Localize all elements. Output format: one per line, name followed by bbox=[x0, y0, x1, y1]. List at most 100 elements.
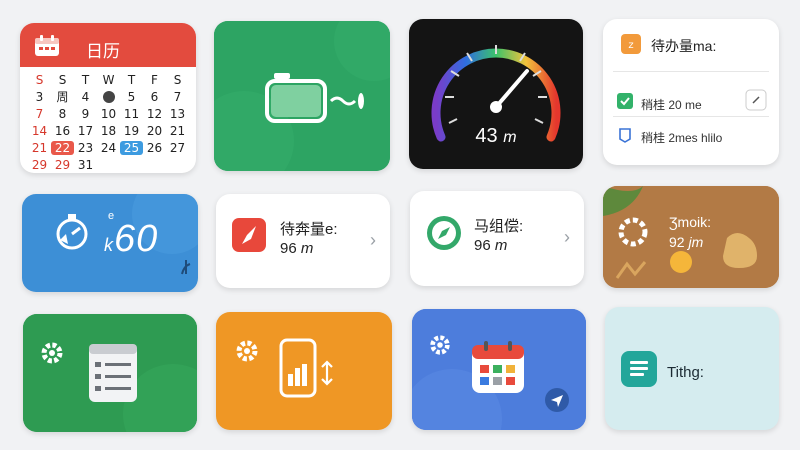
calendar-day[interactable]: 31 bbox=[74, 158, 97, 172]
task-list-title: 待办量ma: bbox=[651, 38, 717, 54]
battery-widget[interactable] bbox=[214, 21, 390, 171]
calendar-day[interactable]: 3 bbox=[28, 90, 51, 104]
checklist-icon bbox=[87, 340, 139, 404]
weekday-label: T bbox=[127, 72, 136, 87]
calendar-day[interactable]: 21 bbox=[166, 124, 189, 138]
calendar-day[interactable]: 9 bbox=[74, 107, 97, 121]
timer-display: k60 bbox=[104, 218, 158, 261]
resize-arrows-icon[interactable] bbox=[320, 360, 334, 386]
speed-unit: m bbox=[503, 129, 517, 146]
compass-number: 96 bbox=[474, 237, 491, 254]
calendar-day[interactable]: 24 bbox=[97, 141, 120, 155]
send-icon[interactable] bbox=[544, 387, 570, 413]
calendar-day[interactable]: 18 bbox=[97, 124, 120, 138]
svg-text:z: z bbox=[628, 40, 633, 51]
calendar-day-marker[interactable] bbox=[97, 89, 120, 104]
weather-value: 92 jm bbox=[669, 234, 703, 250]
calendar-week-row: 14 16 17 18 19 20 21 bbox=[28, 122, 190, 139]
weekday-label: F bbox=[151, 72, 158, 87]
compass-unit: m bbox=[494, 237, 508, 254]
calendar-day[interactable]: 25 bbox=[120, 140, 143, 155]
edit-icon[interactable] bbox=[745, 89, 767, 111]
docs-label: Tithg: bbox=[667, 364, 704, 381]
checkbox-checked-icon[interactable] bbox=[617, 93, 633, 109]
speed-readout: 43 m bbox=[409, 125, 583, 148]
notes-widget[interactable] bbox=[23, 314, 197, 432]
weekday-label: S bbox=[173, 72, 182, 87]
weather-unit: jm bbox=[688, 234, 704, 250]
weekday-label: S bbox=[35, 72, 44, 87]
timer-prefix: k bbox=[104, 235, 114, 255]
weekday-label: T bbox=[81, 72, 90, 87]
task-item[interactable]: 稍桂 20 me bbox=[641, 96, 702, 113]
task-list-widget[interactable]: z 待办量ma: 稍桂 20 me 稍桂 2mes hlilo bbox=[603, 19, 779, 165]
gear-icon[interactable] bbox=[428, 333, 452, 357]
timer-widget[interactable]: e k60 bbox=[22, 194, 198, 292]
weekday-label: S bbox=[58, 72, 67, 87]
compass-needle-icon bbox=[232, 218, 266, 252]
calendar-day[interactable]: 19 bbox=[120, 124, 143, 138]
calendar-day[interactable]: 7 bbox=[166, 90, 189, 104]
calendar-app-icon bbox=[470, 339, 526, 395]
weather-widget[interactable]: Ʒmoik: 92 jm bbox=[603, 186, 779, 288]
calendar-day[interactable]: 26 bbox=[143, 141, 166, 155]
phone-icon bbox=[278, 338, 318, 398]
weather-title: Ʒmoik: bbox=[669, 214, 711, 230]
calendar-title: 日历 bbox=[86, 42, 120, 61]
speedometer-widget[interactable]: 43 m bbox=[409, 19, 583, 169]
task-item[interactable]: 稍桂 2mes hlilo bbox=[641, 129, 722, 146]
calendar-day[interactable]: 16 bbox=[51, 124, 74, 138]
calendar-day[interactable]: 周 bbox=[51, 88, 74, 105]
task-app-icon: z bbox=[621, 34, 641, 54]
calendar-day[interactable]: 5 bbox=[120, 90, 143, 104]
calendar-day[interactable]: 20 bbox=[143, 124, 166, 138]
weather-number: 92 bbox=[669, 234, 685, 250]
device-widget[interactable] bbox=[216, 312, 392, 430]
selected-day-dot bbox=[102, 90, 115, 103]
activity-widget[interactable]: 待奔量e: 96 m › bbox=[216, 194, 390, 288]
planner-widget[interactable] bbox=[412, 309, 586, 430]
calendar-day[interactable]: 11 bbox=[120, 107, 143, 121]
calendar-day[interactable]: 7 bbox=[28, 107, 51, 121]
calendar-week-row: 7 8 9 10 11 12 13 bbox=[28, 105, 190, 122]
chevron-right-icon[interactable]: › bbox=[370, 230, 376, 251]
calendar-week-row: 21 22 23 24 25 26 27 bbox=[28, 139, 190, 156]
calendar-day[interactable]: 6 bbox=[143, 90, 166, 104]
calendar-day[interactable]: 14 bbox=[28, 124, 51, 138]
compass-widget[interactable]: 马组偿: 96 m › bbox=[410, 191, 584, 286]
calendar-day[interactable]: 23 bbox=[74, 141, 97, 155]
docs-widget[interactable]: Tithg: bbox=[605, 307, 779, 430]
divider bbox=[613, 116, 769, 117]
calendar-day[interactable]: 12 bbox=[143, 107, 166, 121]
document-icon bbox=[621, 351, 657, 387]
calendar-header: 日历 bbox=[20, 23, 196, 67]
gear-icon[interactable] bbox=[39, 340, 65, 366]
calendar-day[interactable]: 4 bbox=[74, 90, 97, 104]
calendar-day[interactable]: 8 bbox=[51, 107, 74, 121]
calendar-day[interactable]: 29 bbox=[51, 158, 74, 172]
calendar-day[interactable]: 21 bbox=[28, 141, 51, 155]
speed-value: 43 bbox=[475, 125, 498, 147]
calendar-icon bbox=[34, 35, 60, 57]
calendar-widget[interactable]: 日历 S S T W T F S 3 周 4 5 6 7 7 8 9 10 11… bbox=[20, 23, 196, 173]
compass-value: 96 m bbox=[474, 237, 507, 254]
gear-icon[interactable] bbox=[234, 338, 260, 364]
calendar-day[interactable]: 17 bbox=[74, 124, 97, 138]
activity-unit: m bbox=[300, 240, 314, 257]
compass-icon bbox=[426, 215, 462, 251]
calendar-day[interactable]: 29 bbox=[28, 158, 51, 172]
weekday-label: W bbox=[102, 72, 115, 87]
chevron-right-icon[interactable]: › bbox=[564, 227, 570, 248]
calendar-grid: S S T W T F S 3 周 4 5 6 7 7 8 9 10 11 12… bbox=[28, 71, 190, 173]
calendar-day[interactable]: 10 bbox=[97, 107, 120, 121]
battery-icon bbox=[214, 21, 390, 171]
calendar-day[interactable]: 22 bbox=[51, 140, 74, 155]
calendar-day[interactable]: 13 bbox=[166, 107, 189, 121]
task-item-icon bbox=[617, 127, 633, 143]
activity-value: 96 m bbox=[280, 240, 313, 257]
calendar-day[interactable]: 27 bbox=[166, 141, 189, 155]
calendar-weekday-row: S S T W T F S bbox=[28, 71, 190, 88]
activity-title: 待奔量e: bbox=[280, 221, 338, 238]
compass-title: 马组偿: bbox=[474, 218, 524, 235]
timer-value: 60 bbox=[114, 218, 159, 260]
